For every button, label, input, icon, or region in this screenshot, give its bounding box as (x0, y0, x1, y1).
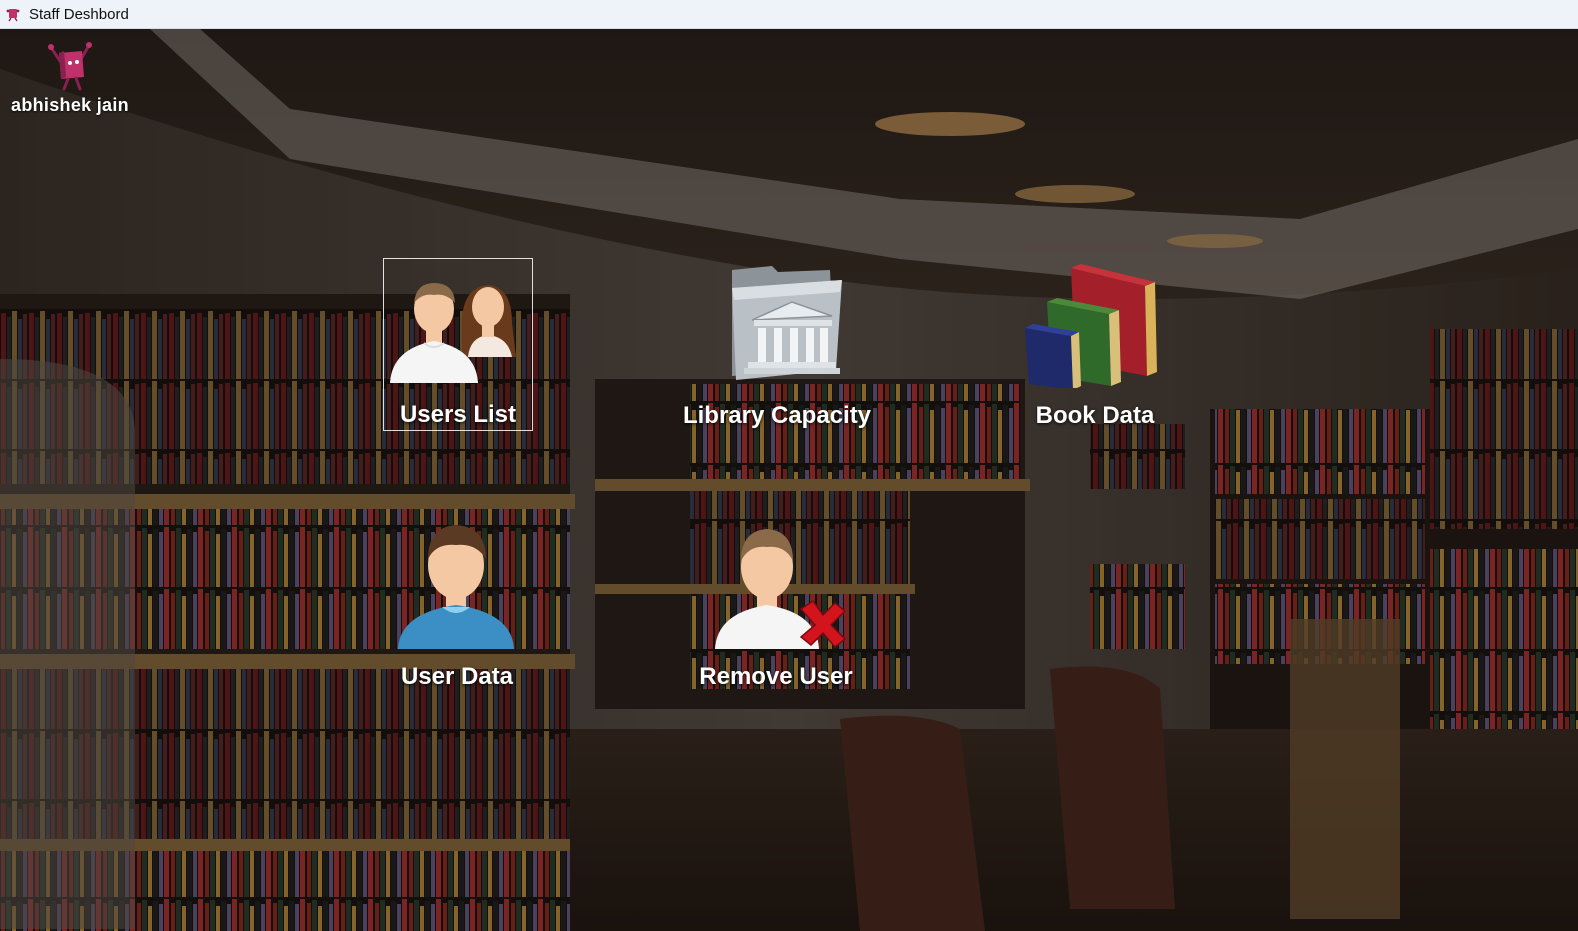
user-data-label: User Data (400, 663, 514, 690)
books-icon (1025, 264, 1157, 388)
remove-user-icon (715, 529, 847, 649)
users-group-icon (390, 283, 516, 383)
user-icon (398, 525, 514, 649)
user-mascot-icon (48, 42, 92, 91)
remove-user-label: Remove User (699, 663, 853, 690)
library-background-image (0, 29, 1578, 931)
window-titlebar: Staff Deshbord (0, 0, 1578, 29)
library-folder-icon (732, 266, 842, 380)
dashboard-area: abhishek jain Users List Library Capacit… (0, 29, 1578, 931)
users-list-label: Users List (399, 401, 517, 428)
book-data-tile[interactable]: Book Data (1025, 258, 1165, 431)
library-capacity-label: Library Capacity (682, 402, 872, 429)
library-capacity-tile[interactable]: Library Capacity (676, 258, 878, 431)
app-icon (6, 9, 20, 22)
user-name: abhishek jain (11, 95, 129, 115)
users-list-tile[interactable]: Users List (383, 258, 533, 431)
window-title: Staff Deshbord (29, 5, 129, 23)
remove-user-tile[interactable]: Remove User (690, 521, 862, 691)
book-data-label: Book Data (1035, 402, 1155, 429)
user-data-tile[interactable]: User Data (390, 521, 524, 691)
logged-in-user: abhishek jain (0, 39, 140, 116)
